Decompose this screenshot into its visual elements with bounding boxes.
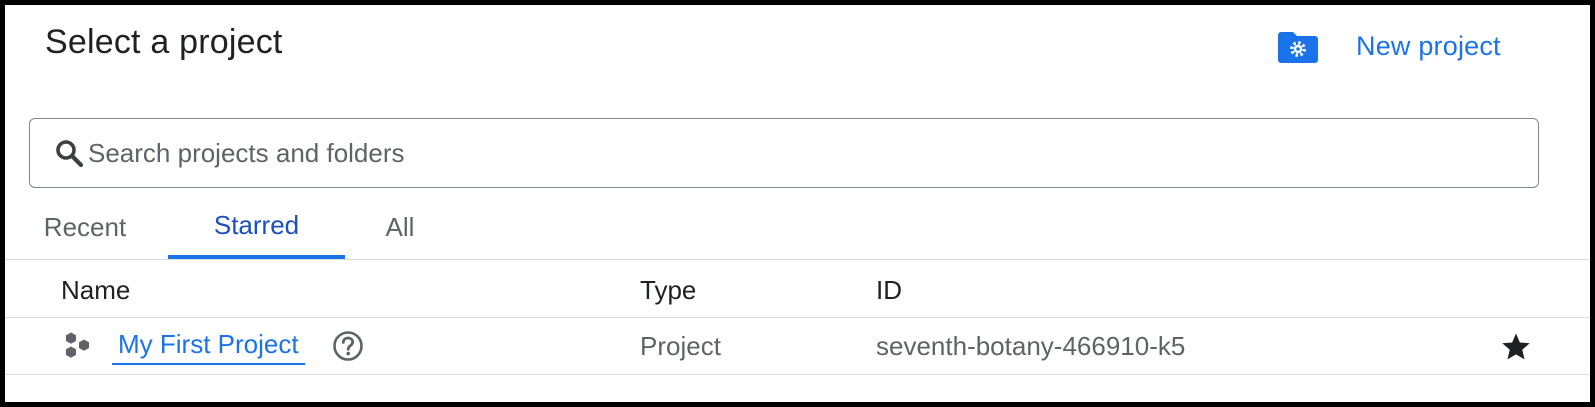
dialog-title: Select a project — [45, 23, 283, 61]
new-project-button[interactable]: New project — [1278, 29, 1501, 63]
tab-all[interactable]: All — [345, 195, 455, 259]
new-project-label: New project — [1356, 30, 1501, 61]
column-header-name[interactable]: Name — [61, 275, 130, 306]
folder-settings-icon — [1278, 32, 1318, 63]
search-icon — [56, 140, 84, 168]
table-row[interactable]: My First Project Project seventh-botany-… — [5, 317, 1590, 375]
help-icon[interactable] — [332, 330, 364, 362]
star-icon[interactable] — [1500, 331, 1532, 363]
column-header-id[interactable]: ID — [876, 275, 902, 306]
select-project-dialog: Select a project New project Recent Star… — [0, 0, 1595, 407]
search-box[interactable] — [29, 118, 1539, 188]
project-id: seventh-botany-466910-k5 — [876, 331, 1186, 361]
project-name-link[interactable]: My First Project — [112, 329, 305, 365]
project-hexagons-icon — [66, 332, 89, 358]
project-tabs: Recent Starred All — [5, 195, 1590, 260]
tab-starred[interactable]: Starred — [168, 195, 345, 259]
project-type: Project — [640, 331, 721, 361]
column-header-type[interactable]: Type — [640, 275, 696, 306]
search-input[interactable] — [88, 137, 1488, 169]
tab-recent[interactable]: Recent — [5, 195, 165, 259]
table-header: Name Type ID — [5, 261, 1590, 318]
